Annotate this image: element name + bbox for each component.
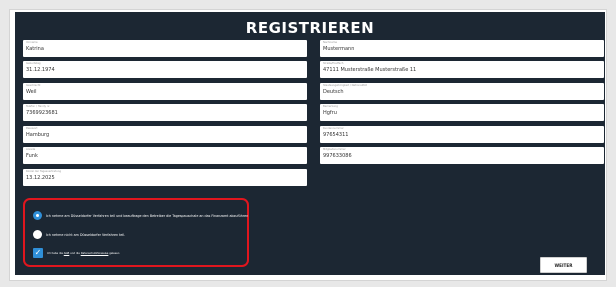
phone-field[interactable]: Telefon / Handy nr. 7369923681	[23, 104, 307, 121]
field-value: 13.12.2025	[26, 175, 55, 181]
checkbox-checked-icon[interactable]: ✓	[33, 248, 43, 258]
field-value: 997633086	[323, 153, 352, 159]
option-participate[interactable]: Ich nehme am Düsseldorfer Verfahren teil…	[33, 211, 248, 220]
field-label: Straße/Postfach	[323, 62, 344, 65]
field-label: Geschlecht	[26, 84, 41, 87]
remark-field[interactable]: Bemerkung Hgfru	[320, 104, 604, 121]
field-value: Weil	[26, 89, 37, 95]
terms-label: Ich habe die AGB und die Datenschutzhinw…	[47, 252, 119, 255]
field-label: Kundennummer	[323, 127, 344, 130]
customer-number-field[interactable]: Kundennummer 97654311	[320, 126, 604, 143]
date-field[interactable]: Kürzel der Tagesvertretung 13.12.2025	[23, 169, 307, 186]
radio-checked-icon[interactable]	[33, 211, 42, 220]
field-value: Hgfru	[323, 110, 337, 116]
field-label: Geburtstag	[26, 62, 41, 65]
field-value: Deutsch	[323, 89, 344, 95]
field-value: 47111 Musterstraße Musterstraße 11	[323, 67, 417, 73]
weiter-button[interactable]: WEITER	[540, 257, 587, 273]
option-participate-label: Ich nehme am Düsseldorfer Verfahren teil…	[46, 213, 249, 218]
salutation-field[interactable]: Anrede Funk	[23, 147, 307, 164]
field-label: Telefon / Handy nr.	[26, 105, 51, 108]
radio-unchecked-icon[interactable]	[33, 230, 42, 239]
field-label: Nachname	[323, 41, 337, 44]
privacy-link[interactable]: Datenschutzhinweise	[81, 252, 109, 255]
gender-field[interactable]: Geschlecht Weil	[23, 83, 307, 100]
registration-panel: REGISTRIEREN Vorname Katrina Nachname Mu…	[15, 12, 605, 275]
nationality-field[interactable]: Staatsangehörigkeit / Nationalität Deuts…	[320, 83, 604, 100]
field-label: Kürzel der Tagesvertretung	[26, 170, 62, 173]
field-value: 31.12.1974	[26, 67, 55, 73]
field-label: Mitgliedsnummer	[323, 148, 346, 151]
first-name-field[interactable]: Vorname Katrina	[23, 40, 307, 57]
field-label: Anrede	[26, 148, 36, 151]
field-label: Vorname	[26, 41, 38, 44]
terms-prefix: Ich habe die	[47, 251, 63, 255]
last-name-field[interactable]: Nachname Mustermann	[320, 40, 604, 57]
field-label: Bemerkung	[323, 105, 338, 108]
field-value: Hamburg	[26, 132, 50, 138]
terms-checkbox-row[interactable]: ✓ Ich habe die AGB und die Datenschutzhi…	[33, 248, 119, 258]
agb-link[interactable]: AGB	[64, 252, 70, 255]
password-field[interactable]: Passwort Hamburg	[23, 126, 307, 143]
field-label: Passwort	[26, 127, 38, 130]
option-not-participate[interactable]: Ich nehme nicht am Düsseldorfer Verfahre…	[33, 230, 125, 239]
birthday-field[interactable]: Geburtstag 31.12.1974	[23, 61, 307, 78]
field-value: 97654311	[323, 132, 349, 138]
field-label: Staatsangehörigkeit / Nationalität	[323, 84, 367, 87]
field-value: Katrina	[26, 46, 44, 52]
street-field[interactable]: Straße/Postfach 47111 Musterstraße Muste…	[320, 61, 604, 78]
terms-suffix: gelesen	[109, 251, 120, 255]
field-value: Mustermann	[323, 46, 355, 52]
member-number-field[interactable]: Mitgliedsnummer 997633086	[320, 147, 604, 164]
option-not-participate-label: Ich nehme nicht am Düsseldorfer Verfahre…	[46, 232, 126, 237]
terms-middle: und die	[70, 251, 80, 255]
field-value: Funk	[26, 153, 38, 159]
page-title: REGISTRIEREN	[245, 19, 375, 37]
consent-highlight-box: Ich nehme am Düsseldorfer Verfahren teil…	[23, 198, 249, 267]
field-value: 7369923681	[26, 110, 58, 116]
